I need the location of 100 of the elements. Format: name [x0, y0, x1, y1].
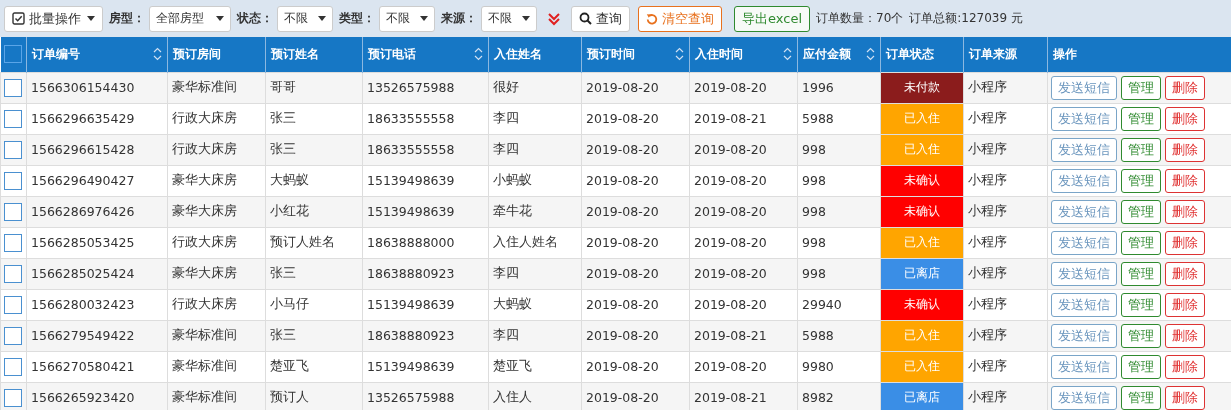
delete-button[interactable]: 删除 [1165, 323, 1205, 348]
row-checkbox[interactable] [4, 326, 22, 345]
batch-operation-button[interactable]: 批量操作 [4, 5, 103, 32]
manage-button[interactable]: 管理 [1121, 168, 1161, 193]
send-sms-button[interactable]: 发送短信 [1051, 137, 1117, 162]
table-cell: 李四 [488, 258, 582, 289]
table-cell: 998 [797, 165, 881, 196]
caret-icon [216, 16, 224, 21]
table-cell: 小程序 [963, 289, 1048, 320]
manage-button[interactable]: 管理 [1121, 292, 1161, 317]
filter-select[interactable]: 不限 [481, 5, 537, 32]
table-cell: 13526575988 [362, 72, 489, 103]
manage-button[interactable]: 管理 [1121, 75, 1161, 100]
search-button[interactable]: 查询 [571, 5, 630, 32]
delete-button[interactable]: 删除 [1165, 75, 1205, 100]
table-cell: 小红花 [265, 196, 363, 227]
send-sms-button[interactable]: 发送短信 [1051, 354, 1117, 379]
table-cell: 大蚂蚁 [488, 289, 582, 320]
table-cell: 2019-08-20 [689, 72, 798, 103]
manage-button[interactable]: 管理 [1121, 261, 1161, 286]
table-cell: 预订人 [265, 382, 363, 410]
manage-button[interactable]: 管理 [1121, 385, 1161, 410]
manage-button[interactable]: 管理 [1121, 354, 1161, 379]
double-chevron-icon[interactable] [547, 11, 561, 26]
table-cell: 9980 [797, 351, 881, 382]
table-cell: 18638880923 [362, 320, 489, 351]
send-sms-button[interactable]: 发送短信 [1051, 106, 1117, 131]
row-checkbox[interactable] [4, 295, 22, 314]
table-cell: 2019-08-20 [581, 72, 690, 103]
status-badge: 未付款 [880, 72, 964, 103]
reset-icon [646, 12, 658, 25]
delete-button[interactable]: 删除 [1165, 137, 1205, 162]
table-cell: 1566265923420 [26, 382, 168, 410]
table-cell: 很好 [488, 72, 582, 103]
send-sms-button[interactable]: 发送短信 [1051, 230, 1117, 255]
caret-icon [318, 16, 326, 21]
send-sms-button[interactable]: 发送短信 [1051, 199, 1117, 224]
manage-button[interactable]: 管理 [1121, 199, 1161, 224]
table-cell: 李四 [488, 320, 582, 351]
delete-button[interactable]: 删除 [1165, 385, 1205, 410]
send-sms-button[interactable]: 发送短信 [1051, 75, 1117, 100]
manage-button[interactable]: 管理 [1121, 230, 1161, 255]
row-checkbox[interactable] [4, 140, 22, 159]
row-checkbox[interactable] [4, 78, 22, 97]
delete-button[interactable]: 删除 [1165, 354, 1205, 379]
table-cell: 13526575988 [362, 382, 489, 410]
filter-select[interactable]: 全部房型 [149, 5, 231, 32]
sort-icon [474, 47, 483, 62]
row-checkbox[interactable] [4, 171, 22, 190]
table-cell: 2019-08-20 [581, 165, 690, 196]
table-cell: 1566279549422 [26, 320, 168, 351]
clear-query-button[interactable]: 清空查询 [638, 5, 722, 32]
filter-label: 状态： [237, 10, 273, 27]
table-cell: 2019-08-21 [689, 320, 798, 351]
table-cell: 张三 [265, 258, 363, 289]
manage-button[interactable]: 管理 [1121, 106, 1161, 131]
table-cell: 15139498639 [362, 289, 489, 320]
table-cell: 大蚂蚁 [265, 165, 363, 196]
row-checkbox[interactable] [4, 109, 22, 128]
table-cell: 2019-08-20 [689, 289, 798, 320]
table-cell: 2019-08-20 [689, 134, 798, 165]
delete-button[interactable]: 删除 [1165, 292, 1205, 317]
row-checkbox[interactable] [4, 202, 22, 221]
table-cell: 2019-08-20 [689, 258, 798, 289]
table-cell: 2019-08-21 [689, 382, 798, 410]
table-cell: 豪华大床房 [167, 258, 266, 289]
send-sms-button[interactable]: 发送短信 [1051, 261, 1117, 286]
delete-button[interactable]: 删除 [1165, 199, 1205, 224]
delete-button[interactable]: 删除 [1165, 261, 1205, 286]
table-cell: 998 [797, 196, 881, 227]
table-cell: 998 [797, 134, 881, 165]
table-cell: 李四 [488, 103, 582, 134]
status-badge: 已离店 [880, 258, 964, 289]
row-checkbox[interactable] [4, 233, 22, 252]
sort-icon [783, 47, 792, 62]
checkbox-icon [12, 12, 25, 25]
send-sms-button[interactable]: 发送短信 [1051, 385, 1117, 410]
manage-button[interactable]: 管理 [1121, 323, 1161, 348]
status-badge: 未确认 [880, 165, 964, 196]
filter-select[interactable]: 不限 [379, 5, 435, 32]
select-all-checkbox[interactable] [3, 45, 22, 64]
export-excel-button[interactable]: 导出excel [734, 5, 810, 32]
row-checkbox[interactable] [4, 357, 22, 376]
filter-select[interactable]: 不限 [277, 5, 333, 32]
caret-icon [420, 16, 428, 21]
send-sms-button[interactable]: 发送短信 [1051, 323, 1117, 348]
manage-button[interactable]: 管理 [1121, 137, 1161, 162]
caret-icon [522, 16, 530, 21]
delete-button[interactable]: 删除 [1165, 168, 1205, 193]
table-cell: 豪华标准间 [167, 72, 266, 103]
table-cell: 1566296615428 [26, 134, 168, 165]
send-sms-button[interactable]: 发送短信 [1051, 168, 1117, 193]
row-checkbox[interactable] [4, 388, 22, 407]
status-badge: 未确认 [880, 289, 964, 320]
table-cell: 2019-08-20 [581, 134, 690, 165]
row-checkbox[interactable] [4, 264, 22, 283]
delete-button[interactable]: 删除 [1165, 106, 1205, 131]
send-sms-button[interactable]: 发送短信 [1051, 292, 1117, 317]
table-cell: 豪华大床房 [167, 196, 266, 227]
delete-button[interactable]: 删除 [1165, 230, 1205, 255]
